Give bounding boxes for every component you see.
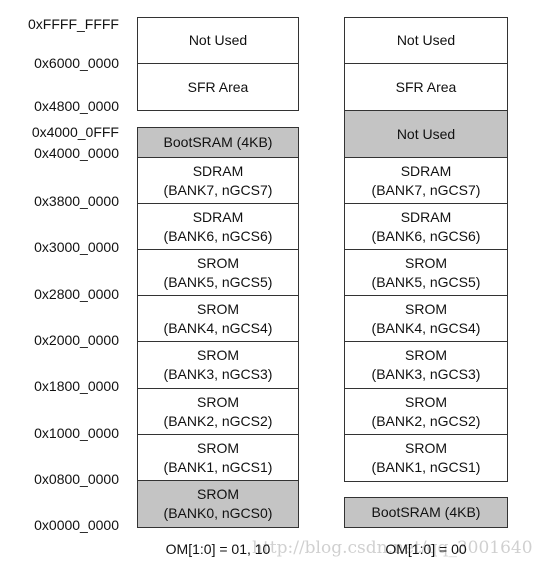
block-bank: (BANK4, nGCS4) xyxy=(371,319,481,336)
block-bank: (BANK0, nGCS0) xyxy=(163,504,273,521)
block-name: SROM xyxy=(405,254,447,271)
block-bank: (BANK7, nGCS7) xyxy=(371,181,481,198)
block-name: SROM xyxy=(197,254,239,271)
block-bank: (BANK6, nGCS6) xyxy=(371,227,481,244)
block-name: SFR Area xyxy=(395,78,457,95)
memory-map-om-01-10: Not Used SFR Area BootSRAM (4KB) SDRAM (BANK… xyxy=(137,0,299,571)
block-name: SDRAM xyxy=(400,162,452,179)
memory-map-om-00: Not Used SFR Area Not Used SDRAM (BANK7, nGC… xyxy=(344,0,508,571)
block-name: SDRAM xyxy=(400,208,452,225)
block-name: Not Used xyxy=(396,125,456,142)
memory-block: SROM (BANK4, nGCS4) xyxy=(344,295,508,343)
block-name: Not Used xyxy=(396,32,456,48)
memory-block: SROM (BANK2, nGCS2) xyxy=(344,388,508,436)
block-name: SROM xyxy=(405,439,447,456)
memory-block: BootSRAM (4KB) xyxy=(137,127,299,158)
memory-block: SDRAM (BANK6, nGCS6) xyxy=(344,203,508,251)
memory-block: SFR Area xyxy=(137,63,299,111)
block-name: SROM xyxy=(197,439,239,456)
block-bank: (BANK1, nGCS1) xyxy=(163,458,273,475)
block-bank: (BANK4, nGCS4) xyxy=(163,319,273,336)
block-name: SROM xyxy=(405,346,447,363)
memory-block: SROM (BANK5, nGCS5) xyxy=(344,249,508,297)
address-label: 0x2800_0000 xyxy=(34,286,119,302)
block-name: SFR Area xyxy=(187,78,249,95)
memory-block: SROM (BANK1, nGCS1) xyxy=(344,434,508,482)
address-label: 0x3000_0000 xyxy=(34,239,119,255)
block-name: SROM xyxy=(197,300,239,317)
memory-block: Not Used xyxy=(344,17,508,64)
address-label: 0x3800_0000 xyxy=(34,193,119,209)
block-name: SROM xyxy=(197,346,239,363)
block-bank: (BANK1, nGCS1) xyxy=(371,458,481,475)
memory-block: SROM (BANK2, nGCS2) xyxy=(137,388,299,436)
block-bank: (BANK7, nGCS7) xyxy=(163,181,273,198)
address-label: 0x4800_0000 xyxy=(34,98,119,114)
block-name: SROM xyxy=(405,300,447,317)
address-label: 0x4000_0FFF xyxy=(31,124,119,140)
address-label: 0x4000_0000 xyxy=(34,145,119,161)
memory-block: SFR Area xyxy=(344,63,508,111)
memory-block: SROM (BANK1, nGCS1) xyxy=(137,434,299,482)
right-map-caption: OM[1:0] = 00 xyxy=(385,541,467,557)
block-name: SROM xyxy=(197,485,239,502)
block-bank: (BANK3, nGCS3) xyxy=(163,365,273,382)
address-label: 0x6000_0000 xyxy=(34,55,119,71)
memory-block: SROM (BANK3, nGCS3) xyxy=(137,341,299,389)
address-label: 0x0000_0000 xyxy=(34,517,119,533)
memory-block: SDRAM (BANK7, nGCS7) xyxy=(137,157,299,205)
address-label: 0x1800_0000 xyxy=(34,378,119,394)
block-bank: (BANK2, nGCS2) xyxy=(371,412,481,429)
block-name: SROM xyxy=(197,393,239,410)
address-label: 0x0800_0000 xyxy=(34,471,119,487)
left-map-caption: OM[1:0] = 01, 10 xyxy=(165,541,271,557)
memory-block: Not Used xyxy=(137,17,299,64)
memory-block: Not Used xyxy=(344,110,508,158)
block-bank: (BANK2, nGCS2) xyxy=(163,412,273,429)
address-label: 0x1000_0000 xyxy=(34,425,119,441)
memory-block: SROM (BANK4, nGCS4) xyxy=(137,295,299,343)
memory-block: SROM (BANK0, nGCS0) xyxy=(137,480,299,528)
memory-block: SDRAM (BANK6, nGCS6) xyxy=(137,203,299,251)
block-bank: (BANK5, nGCS5) xyxy=(371,273,481,290)
block-name: BootSRAM (4KB) xyxy=(163,134,273,150)
block-bank: (BANK3, nGCS3) xyxy=(371,365,481,382)
block-bank: (BANK6, nGCS6) xyxy=(163,227,273,244)
memory-block: SROM (BANK3, nGCS3) xyxy=(344,341,508,389)
block-name: BootSRAM (4KB) xyxy=(371,504,481,520)
memory-block: SROM (BANK5, nGCS5) xyxy=(137,249,299,297)
block-name: SDRAM xyxy=(192,162,244,179)
block-bank: (BANK5, nGCS5) xyxy=(163,273,273,290)
block-name: SROM xyxy=(405,393,447,410)
address-label: 0x2000_0000 xyxy=(34,332,119,348)
address-label: 0xFFFF_FFFF xyxy=(28,16,119,32)
memory-block: SDRAM (BANK7, nGCS7) xyxy=(344,157,508,205)
block-name: Not Used xyxy=(188,32,248,48)
memory-block: BootSRAM (4KB) xyxy=(344,497,508,528)
block-name: SDRAM xyxy=(192,208,244,225)
